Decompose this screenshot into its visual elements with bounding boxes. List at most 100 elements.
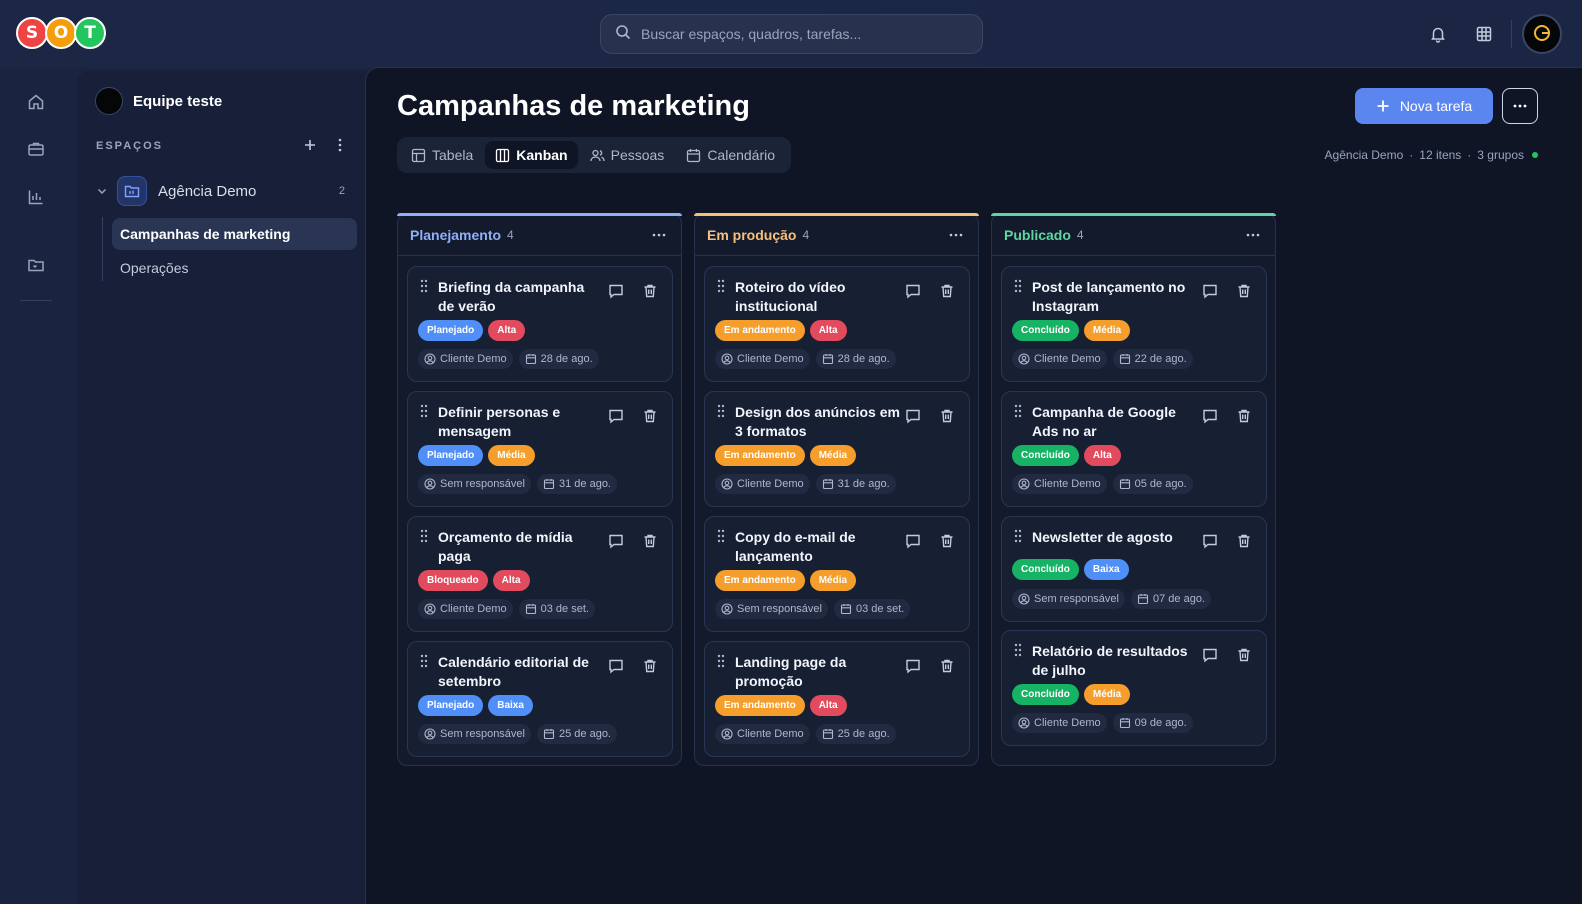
trash-icon[interactable] xyxy=(1236,283,1252,299)
task-card[interactable]: Roteiro do vídeo institucional Em andamen… xyxy=(704,266,970,382)
search-input[interactable] xyxy=(641,26,961,42)
comment-icon[interactable] xyxy=(608,658,624,674)
drag-handle-icon[interactable] xyxy=(1014,404,1022,418)
trash-icon[interactable] xyxy=(939,533,955,549)
assignee-chip[interactable]: Cliente Demo xyxy=(715,474,810,494)
comment-icon[interactable] xyxy=(608,408,624,424)
comment-icon[interactable] xyxy=(608,533,624,549)
comment-icon[interactable] xyxy=(1202,283,1218,299)
task-card[interactable]: Landing page da promoção Em andamento Alta… xyxy=(704,641,970,757)
task-card[interactable]: Copy do e-mail de lançamento Em andamento… xyxy=(704,516,970,632)
due-date-chip[interactable]: 05 de ago. xyxy=(1112,474,1193,494)
due-date-label: 07 de ago. xyxy=(1153,593,1205,605)
assignee-chip[interactable]: Sem responsável xyxy=(1012,589,1125,609)
comment-icon[interactable] xyxy=(608,283,624,299)
global-search[interactable] xyxy=(600,14,983,54)
board-item-campanhas[interactable]: Campanhas de marketing xyxy=(112,218,357,250)
drag-handle-icon[interactable] xyxy=(1014,279,1022,293)
briefcase-icon[interactable] xyxy=(26,139,46,159)
team-switcher[interactable]: Equipe teste xyxy=(95,87,222,115)
assignee-chip[interactable]: Cliente Demo xyxy=(715,349,810,369)
chevron-down-icon[interactable] xyxy=(95,184,109,198)
assignee-chip[interactable]: Cliente Demo xyxy=(1012,349,1107,369)
tab-tabela[interactable]: Tabela xyxy=(401,141,483,169)
trash-icon[interactable] xyxy=(642,533,658,549)
comment-icon[interactable] xyxy=(1202,533,1218,549)
due-date-chip[interactable]: 25 de ago. xyxy=(815,724,896,744)
assignee-chip[interactable]: Cliente Demo xyxy=(1012,474,1107,494)
due-date-chip[interactable]: 09 de ago. xyxy=(1112,713,1193,733)
comment-icon[interactable] xyxy=(905,658,921,674)
column-options-icon[interactable] xyxy=(1245,228,1261,242)
trash-icon[interactable] xyxy=(939,408,955,424)
user-avatar[interactable] xyxy=(1522,14,1562,54)
assignee-chip[interactable]: Cliente Demo xyxy=(418,349,513,369)
due-date-chip[interactable]: 31 de ago. xyxy=(537,474,617,494)
drag-handle-icon[interactable] xyxy=(420,654,428,668)
task-card[interactable]: Newsletter de agosto Concluído Baixa Sem re… xyxy=(1001,516,1267,622)
drag-handle-icon[interactable] xyxy=(1014,529,1022,543)
assignee-chip[interactable]: Cliente Demo xyxy=(715,724,810,744)
task-card[interactable]: Definir personas e mensagem Planejado Médi… xyxy=(407,391,673,507)
bell-icon[interactable] xyxy=(1428,24,1448,44)
drag-handle-icon[interactable] xyxy=(1014,643,1022,657)
home-icon[interactable] xyxy=(26,92,46,112)
trash-icon[interactable] xyxy=(939,283,955,299)
task-card[interactable]: Calendário editorial de setembro Planejad… xyxy=(407,641,673,757)
assignee-chip[interactable]: Cliente Demo xyxy=(418,599,513,619)
column-options-icon[interactable] xyxy=(651,228,667,242)
new-task-button[interactable]: Nova tarefa xyxy=(1355,88,1493,124)
column-options-icon[interactable] xyxy=(948,228,964,242)
assignee-chip[interactable]: Sem responsável xyxy=(418,724,531,744)
trash-icon[interactable] xyxy=(642,408,658,424)
tab-kanban[interactable]: Kanban xyxy=(485,141,578,169)
due-date-chip[interactable]: 31 de ago. xyxy=(815,474,896,494)
task-card[interactable]: Design dos anúncios em 3 formatos Em anda… xyxy=(704,391,970,507)
more-options-button[interactable] xyxy=(1502,88,1538,124)
assignee-chip[interactable]: Cliente Demo xyxy=(1012,713,1107,733)
board-item-operacoes[interactable]: Operações xyxy=(112,252,357,284)
task-card[interactable]: Relatório de resultados de julho Concluíd… xyxy=(1001,630,1267,746)
due-date-chip[interactable]: 03 de set. xyxy=(834,599,911,619)
trash-icon[interactable] xyxy=(642,283,658,299)
assignee-chip[interactable]: Sem responsável xyxy=(418,474,531,494)
trash-icon[interactable] xyxy=(939,658,955,674)
drag-handle-icon[interactable] xyxy=(717,654,725,668)
due-date-chip[interactable]: 03 de set. xyxy=(518,599,595,619)
drag-handle-icon[interactable] xyxy=(420,529,428,543)
tab-calendario[interactable]: Calendário xyxy=(676,141,785,169)
task-card[interactable]: Post de lançamento no Instagram Concluído… xyxy=(1001,266,1267,382)
due-date-chip[interactable]: 28 de ago. xyxy=(815,349,896,369)
tab-pessoas[interactable]: Pessoas xyxy=(580,141,675,169)
space-item-agencia-demo[interactable]: Agência Demo 2 xyxy=(95,175,353,207)
task-card[interactable]: Orçamento de mídia paga Bloqueado Alta Clie… xyxy=(407,516,673,632)
trash-icon[interactable] xyxy=(1236,408,1252,424)
trash-icon[interactable] xyxy=(1236,533,1252,549)
trash-icon[interactable] xyxy=(1236,647,1252,663)
task-card[interactable]: Campanha de Google Ads no ar Concluído Alt… xyxy=(1001,391,1267,507)
due-date-chip[interactable]: 25 de ago. xyxy=(537,724,617,744)
app-logo[interactable]: S O T xyxy=(16,17,106,49)
comment-icon[interactable] xyxy=(1202,408,1218,424)
due-date-chip[interactable]: 22 de ago. xyxy=(1112,349,1193,369)
drag-handle-icon[interactable] xyxy=(717,404,725,418)
comment-icon[interactable] xyxy=(905,283,921,299)
comment-icon[interactable] xyxy=(905,408,921,424)
task-card[interactable]: Briefing da campanha de verão Planejado Al… xyxy=(407,266,673,382)
trash-icon[interactable] xyxy=(642,658,658,674)
due-date-chip[interactable]: 07 de ago. xyxy=(1131,589,1211,609)
add-space-icon[interactable] xyxy=(302,137,318,153)
apps-grid-icon[interactable] xyxy=(1474,24,1494,44)
drag-handle-icon[interactable] xyxy=(420,279,428,293)
folder-icon[interactable] xyxy=(26,255,46,275)
due-date-chip[interactable]: 28 de ago. xyxy=(518,349,599,369)
tag-list: Concluído Média xyxy=(1012,320,1135,341)
assignee-chip[interactable]: Sem responsável xyxy=(715,599,828,619)
drag-handle-icon[interactable] xyxy=(717,279,725,293)
space-options-icon[interactable] xyxy=(332,137,348,153)
comment-icon[interactable] xyxy=(905,533,921,549)
comment-icon[interactable] xyxy=(1202,647,1218,663)
chart-icon[interactable] xyxy=(26,187,46,207)
drag-handle-icon[interactable] xyxy=(717,529,725,543)
drag-handle-icon[interactable] xyxy=(420,404,428,418)
